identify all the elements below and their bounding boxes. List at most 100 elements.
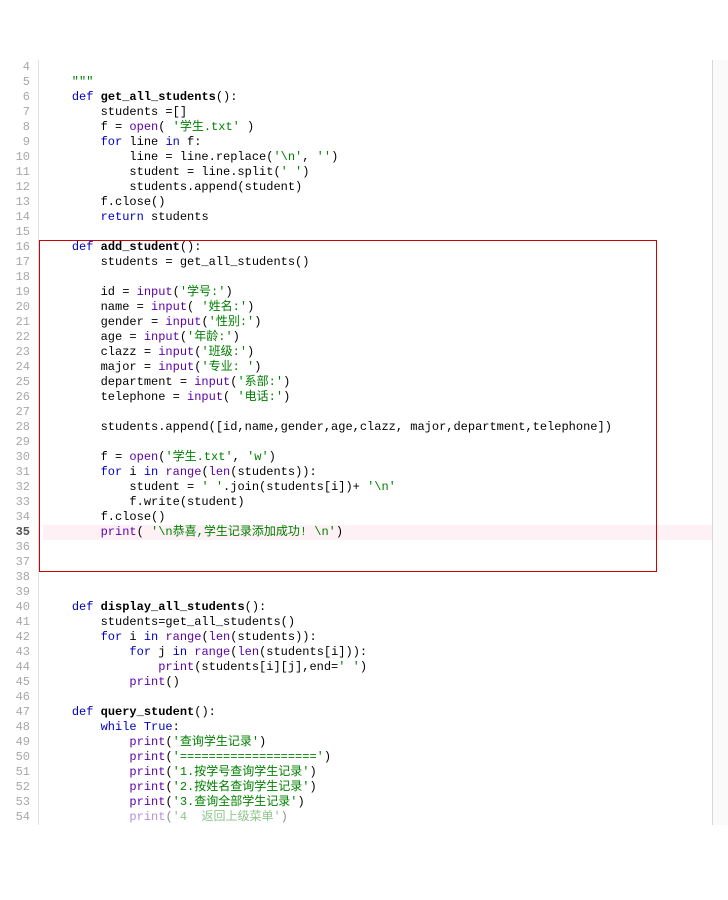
line-number: 49 xyxy=(4,735,30,750)
line-number: 17 xyxy=(4,255,30,270)
code-line[interactable] xyxy=(43,555,728,570)
code-line[interactable]: print('查询学生记录') xyxy=(43,735,728,750)
code-line[interactable]: print('===================') xyxy=(43,750,728,765)
line-number: 32 xyxy=(4,480,30,495)
line-number: 38 xyxy=(4,570,30,585)
line-number: 37 xyxy=(4,555,30,570)
code-line[interactable]: def query_student(): xyxy=(43,705,728,720)
code-line[interactable]: print( '\n恭喜,学生记录添加成功! \n') xyxy=(43,525,728,540)
line-number: 50 xyxy=(4,750,30,765)
line-number: 16 xyxy=(4,240,30,255)
line-number: 10 xyxy=(4,150,30,165)
code-line[interactable]: line = line.replace('\n', '') xyxy=(43,150,728,165)
line-number: 22 xyxy=(4,330,30,345)
code-line[interactable]: clazz = input('班级:') xyxy=(43,345,728,360)
line-number: 29 xyxy=(4,435,30,450)
code-line[interactable] xyxy=(43,540,728,555)
line-number: 11 xyxy=(4,165,30,180)
line-number: 36 xyxy=(4,540,30,555)
code-line[interactable]: student = ' '.join(students[i])+ '\n' xyxy=(43,480,728,495)
code-line[interactable]: print(students[i][j],end=' ') xyxy=(43,660,728,675)
line-number: 40 xyxy=(4,600,30,615)
code-line[interactable]: return students xyxy=(43,210,728,225)
code-line[interactable]: name = input( '姓名:') xyxy=(43,300,728,315)
line-number: 28 xyxy=(4,420,30,435)
code-line[interactable]: age = input('年龄:') xyxy=(43,330,728,345)
line-number: 9 xyxy=(4,135,30,150)
code-line[interactable]: f = open('学生.txt', 'w') xyxy=(43,450,728,465)
line-number: 19 xyxy=(4,285,30,300)
code-line[interactable]: for j in range(len(students[i])): xyxy=(43,645,728,660)
code-line[interactable]: f = open( '学生.txt' ) xyxy=(43,120,728,135)
line-number: 15 xyxy=(4,225,30,240)
code-line[interactable] xyxy=(43,270,728,285)
line-number: 42 xyxy=(4,630,30,645)
code-line[interactable]: students.append([id,name,gender,age,claz… xyxy=(43,420,728,435)
line-number: 54 xyxy=(4,810,30,825)
code-line[interactable]: f.close() xyxy=(43,195,728,210)
code-line[interactable]: def get_all_students(): xyxy=(43,90,728,105)
line-number: 7 xyxy=(4,105,30,120)
code-line[interactable]: id = input('学号:') xyxy=(43,285,728,300)
line-number: 34 xyxy=(4,510,30,525)
line-number: 14 xyxy=(4,210,30,225)
code-area[interactable]: """ def get_all_students(): students =[]… xyxy=(39,60,728,825)
line-number: 35 xyxy=(4,525,30,540)
code-line[interactable]: for i in range(len(students)): xyxy=(43,630,728,645)
line-number: 46 xyxy=(4,690,30,705)
line-number: 26 xyxy=(4,390,30,405)
code-line[interactable]: print('1.按学号查询学生记录') xyxy=(43,765,728,780)
code-line[interactable]: gender = input('性别:') xyxy=(43,315,728,330)
code-line[interactable]: """ xyxy=(43,75,728,90)
line-number: 53 xyxy=(4,795,30,810)
line-number: 27 xyxy=(4,405,30,420)
code-line[interactable]: students = get_all_students() xyxy=(43,255,728,270)
code-line[interactable]: print('4 返回上级菜单') xyxy=(43,810,728,825)
code-line[interactable]: while True: xyxy=(43,720,728,735)
code-line[interactable]: for i in range(len(students)): xyxy=(43,465,728,480)
code-line[interactable]: def add_student(): xyxy=(43,240,728,255)
line-number: 21 xyxy=(4,315,30,330)
code-line[interactable]: telephone = input( '电话:') xyxy=(43,390,728,405)
line-number-gutter: 4567891011121314151617181920212223242526… xyxy=(0,60,39,825)
line-number: 45 xyxy=(4,675,30,690)
code-line[interactable]: students=get_all_students() xyxy=(43,615,728,630)
code-line[interactable]: f.close() xyxy=(43,510,728,525)
line-number: 24 xyxy=(4,360,30,375)
line-number: 33 xyxy=(4,495,30,510)
code-line[interactable]: department = input('系部:') xyxy=(43,375,728,390)
line-number: 44 xyxy=(4,660,30,675)
line-number: 25 xyxy=(4,375,30,390)
code-line[interactable]: students =[] xyxy=(43,105,728,120)
line-number: 30 xyxy=(4,450,30,465)
line-number: 31 xyxy=(4,465,30,480)
code-line[interactable]: students.append(student) xyxy=(43,180,728,195)
code-line[interactable] xyxy=(43,225,728,240)
line-number: 41 xyxy=(4,615,30,630)
code-line[interactable]: print('3.查询全部学生记录') xyxy=(43,795,728,810)
code-line[interactable]: f.write(student) xyxy=(43,495,728,510)
code-line[interactable] xyxy=(43,570,728,585)
line-number: 13 xyxy=(4,195,30,210)
code-line[interactable]: student = line.split(' ') xyxy=(43,165,728,180)
line-number: 20 xyxy=(4,300,30,315)
line-number: 6 xyxy=(4,90,30,105)
line-number: 4 xyxy=(4,60,30,75)
code-line[interactable]: def display_all_students(): xyxy=(43,600,728,615)
code-line[interactable] xyxy=(43,585,728,600)
code-line[interactable] xyxy=(43,405,728,420)
code-line[interactable]: for line in f: xyxy=(43,135,728,150)
line-number: 43 xyxy=(4,645,30,660)
line-number: 18 xyxy=(4,270,30,285)
code-line[interactable] xyxy=(43,60,728,75)
line-number: 39 xyxy=(4,585,30,600)
code-line[interactable] xyxy=(43,690,728,705)
line-number: 23 xyxy=(4,345,30,360)
line-number: 48 xyxy=(4,720,30,735)
line-number: 5 xyxy=(4,75,30,90)
code-line[interactable] xyxy=(43,435,728,450)
line-number: 12 xyxy=(4,180,30,195)
code-line[interactable]: print() xyxy=(43,675,728,690)
code-line[interactable]: major = input('专业: ') xyxy=(43,360,728,375)
line-number: 8 xyxy=(4,120,30,135)
